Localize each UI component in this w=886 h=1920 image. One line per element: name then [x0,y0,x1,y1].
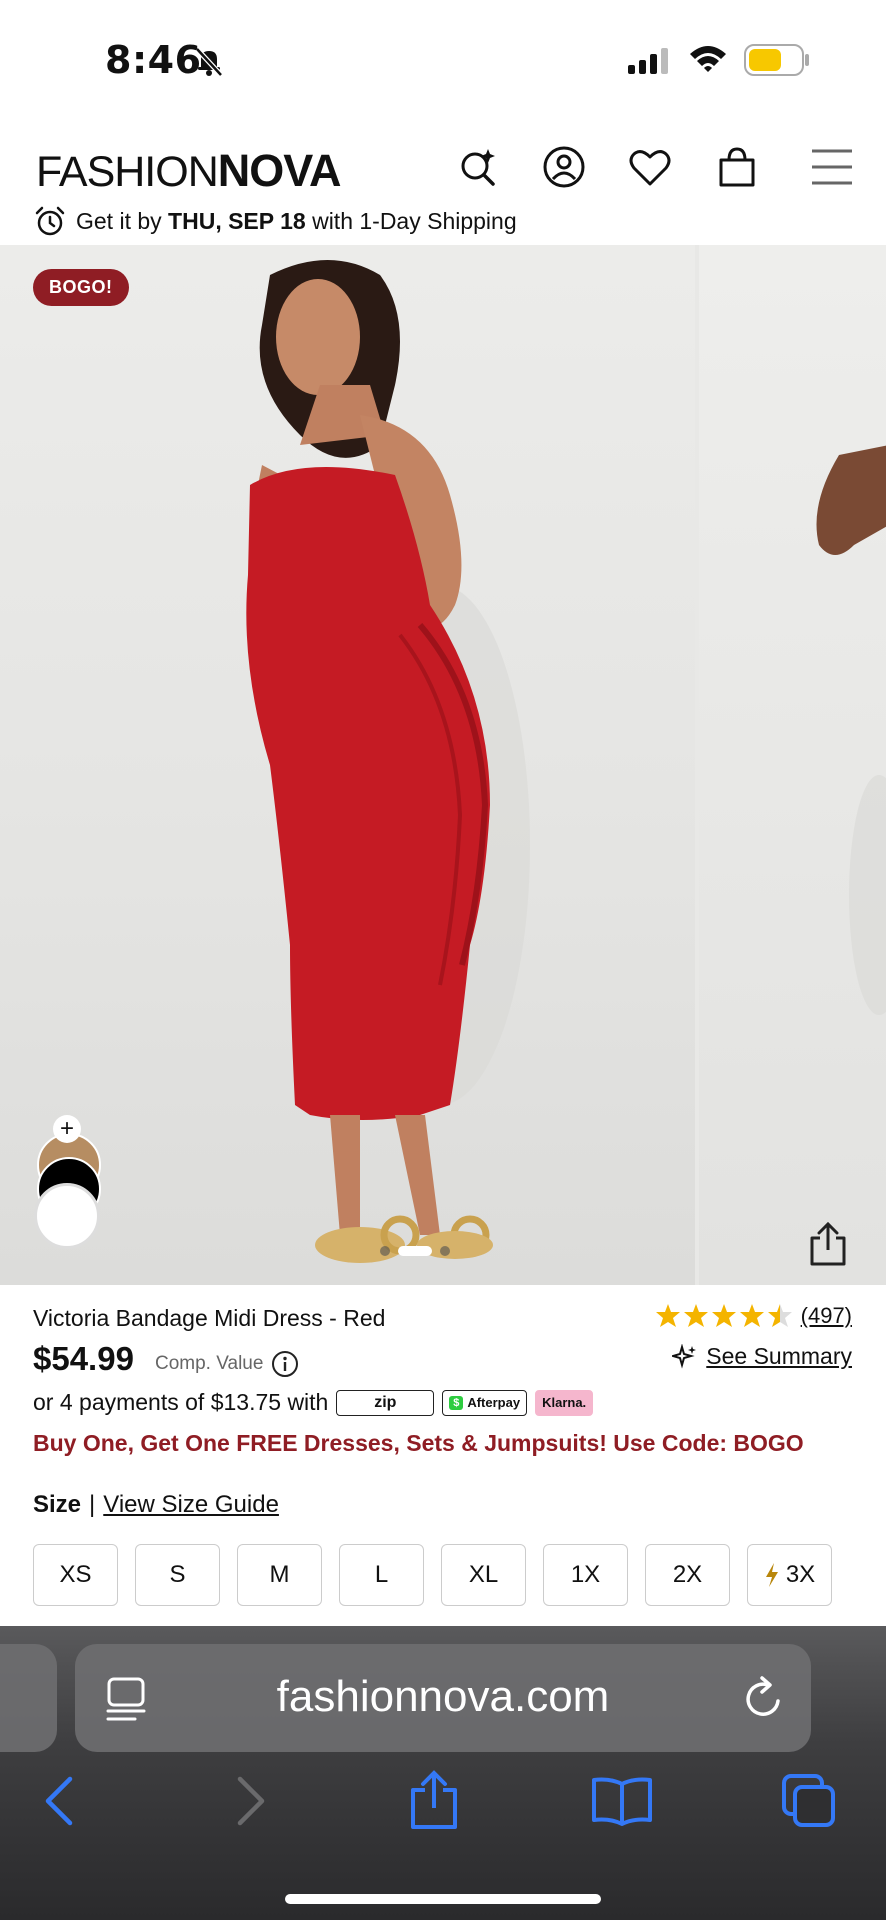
afterpay-icon: $ [449,1395,464,1410]
fashion-nova-logo[interactable]: FASHIONNOVA [36,145,341,197]
wifi-icon [690,46,726,72]
size-option-m[interactable]: M [237,1544,322,1606]
size-option-1x[interactable]: 1X [543,1544,628,1606]
size-option-2x[interactable]: 2X [645,1544,730,1606]
status-time: 8:46 [105,38,202,82]
page-dot-active [398,1246,432,1256]
hamburger-menu-icon[interactable] [810,145,854,189]
product-name: Victoria Bandage Midi Dress - Red [33,1305,386,1331]
bell-slash-icon [195,47,223,77]
gallery-pagination [380,1246,450,1256]
shopping-bag-icon[interactable] [715,145,759,189]
rating[interactable]: (497) [655,1302,852,1330]
cellular-signal-icon [628,48,668,74]
size-option-3x[interactable]: 3X [747,1544,832,1606]
size-option-s[interactable]: S [135,1544,220,1606]
page-dot [440,1246,450,1256]
share-icon[interactable] [806,1222,850,1266]
bookmarks-icon[interactable] [590,1776,654,1826]
shipping-banner: Get it by THU, SEP 18 with 1-Day Shippin… [34,205,517,237]
info-icon[interactable] [271,1350,299,1378]
shipping-text: Get it by THU, SEP 18 with 1-Day Shippin… [76,207,517,234]
status-bar: 8:46 [0,0,886,120]
star-rating-icon [655,1304,792,1327]
installment-payments[interactable]: or 4 payments of $13.75 with zip $ After… [33,1389,594,1416]
product-price: $54.99 [33,1340,134,1377]
share-sheet-icon[interactable] [408,1770,460,1830]
bogo-badge: BOGO! [33,269,129,306]
ai-search-icon[interactable] [456,145,500,189]
battery-icon [744,44,809,76]
next-image-peek [816,445,886,1015]
lightning-bolt-icon [765,1563,778,1587]
size-option-xl[interactable]: XL [441,1544,526,1606]
product-image-main[interactable] [0,245,695,1285]
swatch-add-button[interactable]: + [53,1115,81,1143]
model-figure-image [246,260,530,1263]
size-divider: | [89,1491,96,1518]
see-summary-link[interactable]: See Summary [672,1343,852,1370]
size-option-l[interactable]: L [339,1544,424,1606]
back-arrow-icon[interactable] [40,1776,80,1826]
product-image-gallery[interactable]: BOGO! + [0,245,886,1285]
size-selector: XS S M L XL 1X 2X 3X [33,1544,832,1606]
reload-icon[interactable] [742,1675,786,1721]
tabs-icon[interactable] [780,1772,838,1828]
review-count-link[interactable]: (497) [801,1303,852,1329]
view-size-guide-link[interactable]: View Size Guide [103,1491,279,1519]
wishlist-heart-icon[interactable] [628,145,672,189]
klarna-logo: Klarna. [535,1389,594,1416]
size-option-xs[interactable]: XS [33,1544,118,1606]
zip-pay-logo: zip [336,1389,435,1416]
afterpay-logo: $ Afterpay [442,1389,528,1416]
forward-arrow-icon [237,1776,265,1826]
page-dot [380,1246,390,1256]
promo-message: Buy One, Get One FREE Dresses, Sets & Ju… [33,1430,804,1456]
size-header: Size | View Size Guide [33,1491,279,1519]
product-image-next[interactable] [699,245,886,1285]
swatch-white[interactable] [34,1183,100,1249]
size-label: Size [33,1491,82,1518]
sparkle-icon [672,1343,697,1369]
account-icon[interactable] [542,145,586,189]
comp-value: Comp. Value [155,1350,299,1378]
home-indicator[interactable] [285,1894,601,1904]
alarm-clock-icon [35,206,65,236]
color-swatch-stack[interactable]: + [34,1115,101,1255]
